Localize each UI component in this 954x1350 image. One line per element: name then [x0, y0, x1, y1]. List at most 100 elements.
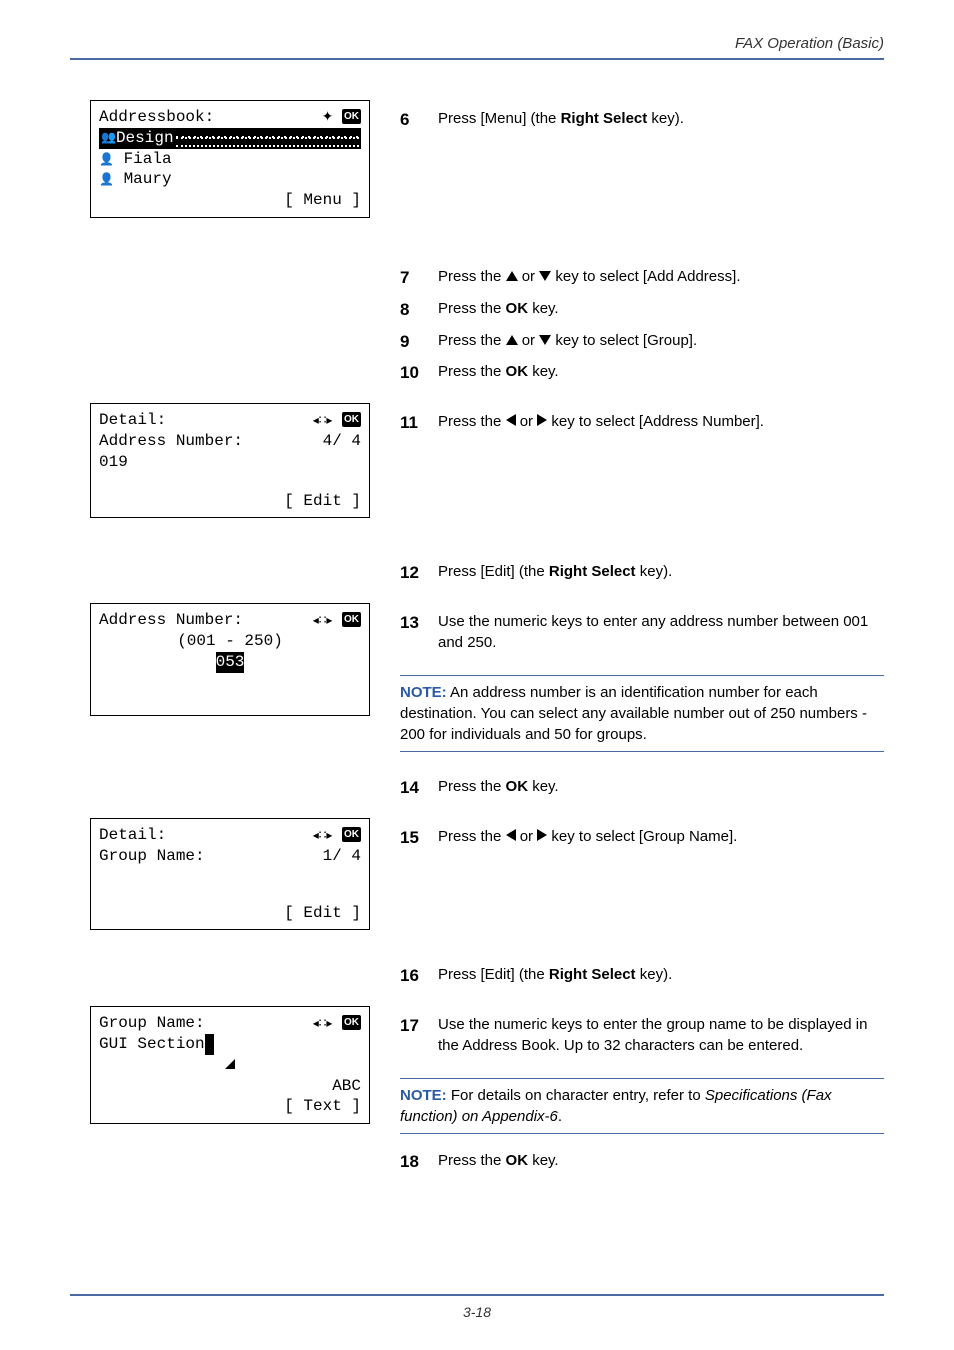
header-title: FAX Operation (Basic): [735, 35, 884, 52]
step-body: Press the OK key.: [438, 776, 884, 800]
field-index: 4/ 4: [323, 431, 361, 452]
step-body: Press the or key to select [Group Name].: [438, 826, 884, 850]
screen-title: Address Number:: [99, 610, 243, 631]
screen-detail-group-name: Detail: ◂∷▸ OK Group Name: 1/ 4 [ Edit ]: [90, 818, 370, 930]
note-label: NOTE:: [400, 684, 447, 701]
screen-selected-row: 👥Design: [99, 128, 361, 149]
up-arrow-icon: [506, 335, 518, 345]
nav-ok-icon: ◂∷▸ OK: [313, 410, 361, 431]
step-number: 17: [400, 1014, 424, 1056]
step-11: 11 Press the or key to select [Address N…: [400, 411, 884, 435]
note-rule: [400, 675, 884, 676]
entry-value: GUI Section: [99, 1034, 361, 1055]
step-number: 18: [400, 1150, 424, 1174]
step-18: 18 Press the OK key.: [400, 1150, 884, 1174]
step-number: 6: [400, 108, 424, 132]
step-number: 16: [400, 964, 424, 988]
screen-row: 👤 Maury: [99, 169, 361, 190]
cursor-icon: [205, 1034, 215, 1055]
step-body: Press [Edit] (the Right Select key).: [438, 964, 884, 988]
page-number: 3-18: [0, 1304, 954, 1320]
field-value: 019: [99, 452, 361, 473]
step-number: 12: [400, 561, 424, 585]
step-10: 10 Press the OK key.: [400, 361, 884, 385]
step-body: Press the or key to select [Group].: [438, 330, 884, 354]
step-number: 7: [400, 266, 424, 290]
screen-detail-address-number: Detail: ◂∷▸ OK Address Number: 4/ 4 019 …: [90, 403, 370, 518]
screen-address-number-entry: Address Number: ◂∷▸ OK (001 - 250) 053: [90, 603, 370, 715]
step-body: Press the OK key.: [438, 1150, 884, 1174]
note-text: For details on character entry, refer to: [447, 1087, 705, 1104]
step-body: Use the numeric keys to enter the group …: [438, 1014, 884, 1056]
person-icon: 👤: [99, 152, 114, 166]
person-icon: 👤: [99, 172, 114, 186]
group-icon: 👥: [101, 130, 116, 146]
sel-text: Design: [116, 128, 174, 149]
content-area: Addressbook: ✦ OK 👥Design 👤 Fiala 👤 Maur…: [0, 70, 954, 1182]
step-15: 15 Press the or key to select [Group Nam…: [400, 826, 884, 850]
step-number: 9: [400, 330, 424, 354]
right-arrow-icon: [537, 414, 547, 426]
down-arrow-icon: [539, 271, 551, 281]
step-number: 15: [400, 826, 424, 850]
screen-addressbook: Addressbook: ✦ OK 👥Design 👤 Fiala 👤 Maur…: [90, 100, 370, 218]
left-arrow-icon: [506, 414, 516, 426]
page-footer: 3-18: [0, 1294, 954, 1320]
softkey-menu: [ Menu ]: [284, 190, 361, 211]
range-hint: (001 - 250): [99, 631, 361, 652]
nav-ok-icon: ✦ OK: [322, 107, 361, 128]
left-arrow-icon: [506, 829, 516, 841]
step-body: Use the numeric keys to enter any addres…: [438, 611, 884, 653]
step-9: 9 Press the or key to select [Group].: [400, 330, 884, 354]
step-6: 6 Press [Menu] (the Right Select key).: [400, 108, 884, 132]
note-rule: [400, 1133, 884, 1134]
step-13: 13 Use the numeric keys to enter any add…: [400, 611, 884, 653]
down-arrow-icon: [539, 335, 551, 345]
field-index: 1/ 4: [323, 846, 361, 867]
note-1: NOTE: An address number is an identifica…: [400, 682, 884, 745]
nav-ok-icon: ◂∷▸ OK: [313, 1013, 361, 1034]
nav-ok-icon: ◂∷▸ OK: [313, 825, 361, 846]
step-number: 8: [400, 298, 424, 322]
note-2: NOTE: For details on character entry, re…: [400, 1085, 884, 1127]
screen-title: Addressbook:: [99, 107, 214, 128]
footer-rule: [70, 1294, 884, 1296]
field-label: Address Number:: [99, 431, 243, 452]
step-number: 11: [400, 411, 424, 435]
step-body: Press [Menu] (the Right Select key).: [438, 108, 884, 132]
field-label: Group Name:: [99, 846, 205, 867]
step-8: 8 Press the OK key.: [400, 298, 884, 322]
note-rule: [400, 1078, 884, 1079]
step-number: 10: [400, 361, 424, 385]
right-arrow-icon: [537, 829, 547, 841]
input-mode: ABC: [332, 1076, 361, 1097]
page-header: FAX Operation (Basic): [0, 0, 954, 70]
selection-tail: [176, 129, 359, 147]
screen-group-name-entry: Group Name: ◂∷▸ OK GUI Section ABC [ Tex…: [90, 1006, 370, 1124]
up-arrow-icon: [506, 271, 518, 281]
step-body: Press the or key to select [Address Numb…: [438, 411, 884, 435]
screen-row: 👤 Fiala: [99, 149, 361, 170]
softkey-edit: [ Edit ]: [284, 491, 361, 512]
nav-ok-icon: ◂∷▸ OK: [313, 610, 361, 631]
entry-value: 053: [99, 652, 361, 673]
note-rule: [400, 751, 884, 752]
step-body: Press the OK key.: [438, 361, 884, 385]
signal-icon: [99, 1055, 361, 1076]
step-16: 16 Press [Edit] (the Right Select key).: [400, 964, 884, 988]
note-text: An address number is an identification n…: [400, 684, 867, 743]
step-body: Press [Edit] (the Right Select key).: [438, 561, 884, 585]
softkey-text: [ Text ]: [284, 1096, 361, 1117]
screen-title: Detail:: [99, 410, 166, 431]
step-7: 7 Press the or key to select [Add Addres…: [400, 266, 884, 290]
step-12: 12 Press [Edit] (the Right Select key).: [400, 561, 884, 585]
step-14: 14 Press the OK key.: [400, 776, 884, 800]
step-number: 14: [400, 776, 424, 800]
note-label: NOTE:: [400, 1087, 447, 1104]
step-body: Press the OK key.: [438, 298, 884, 322]
screen-title: Group Name:: [99, 1013, 205, 1034]
step-body: Press the or key to select [Add Address]…: [438, 266, 884, 290]
step-17: 17 Use the numeric keys to enter the gro…: [400, 1014, 884, 1056]
step-number: 13: [400, 611, 424, 653]
softkey-edit: [ Edit ]: [284, 903, 361, 924]
